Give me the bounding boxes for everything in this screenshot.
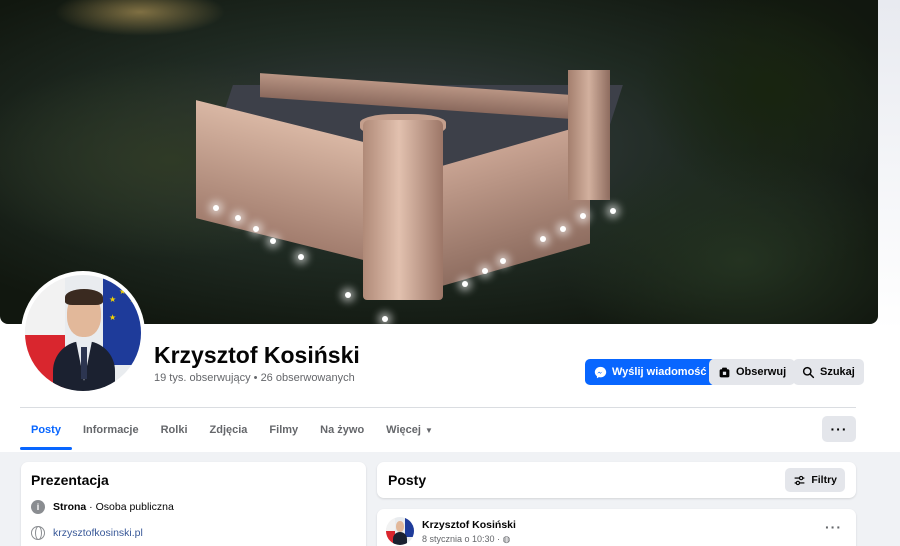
profile-photo: ★ ★ ★ ★ — [25, 275, 141, 391]
tab-label: Więcej — [386, 424, 421, 436]
post-more-options-button[interactable]: ··· — [825, 519, 842, 535]
more-options-button[interactable]: ··· — [822, 416, 856, 442]
tab-label: Posty — [31, 424, 61, 436]
intro-category: Strona · Osoba publiczna — [53, 501, 174, 513]
flag-eu: ★ ★ ★ ★ — [103, 275, 141, 365]
lamp-light — [482, 268, 488, 274]
lamp-light — [213, 205, 219, 211]
flag-poland-white — [25, 275, 65, 335]
post-header: Krzysztof Kosiński 8 stycznia o 10:30 · … — [422, 517, 516, 546]
post-author-name[interactable]: Krzysztof Kosiński — [422, 519, 516, 531]
header-divider — [20, 407, 856, 408]
tab-label: Filmy — [269, 424, 299, 436]
search-button[interactable]: Szukaj — [793, 359, 864, 385]
castle-tower-main — [363, 120, 443, 300]
intro-category-detail: · Osoba publiczna — [86, 501, 174, 513]
lamp-light — [345, 292, 351, 298]
tab-label: Na żywo — [320, 424, 365, 436]
lamp-light — [462, 281, 468, 287]
page-edge-fade — [878, 0, 900, 330]
cover-town-lights — [40, 0, 240, 40]
info-icon: i — [31, 500, 45, 514]
tab-label: Zdjęcia — [209, 424, 248, 436]
caret-down-icon: ▼ — [424, 425, 433, 435]
post-card: Krzysztof Kosiński 8 stycznia o 10:30 · … — [377, 509, 856, 546]
intro-category-type: Strona — [53, 501, 87, 513]
posts-header-card: Posty Filtry — [377, 462, 856, 498]
filters-label: Filtry — [811, 474, 837, 486]
person-tie — [81, 347, 87, 379]
lamp-light — [540, 236, 546, 242]
intro-category-row: i Strona · Osoba publiczna — [31, 500, 356, 514]
lamp-light — [270, 238, 276, 244]
intro-card: Prezentacja i Strona · Osoba publiczna k… — [21, 462, 366, 546]
tab-posty[interactable]: Posty — [20, 410, 72, 450]
lamp-light — [253, 226, 259, 232]
lamp-light — [500, 258, 506, 264]
lamp-light — [610, 208, 616, 214]
globe-icon: ◍ — [502, 534, 511, 544]
tab-wiecej[interactable]: Więcej ▼ — [375, 410, 444, 450]
intro-title: Prezentacja — [31, 472, 109, 488]
lamp-light — [580, 213, 586, 219]
tab-informacje[interactable]: Informacje — [72, 410, 150, 450]
post-timestamp[interactable]: 8 stycznia o 10:30 · — [422, 534, 503, 544]
filters-button[interactable]: Filtry — [785, 468, 845, 492]
lamp-light — [298, 254, 304, 260]
profile-avatar[interactable]: ★ ★ ★ ★ — [21, 271, 145, 395]
profile-tabs: Posty Informacje Rolki Zdjęcia Filmy Na … — [20, 410, 444, 450]
lamp-light — [560, 226, 566, 232]
follow-icon — [719, 367, 730, 377]
lamp-light — [382, 316, 388, 322]
lamp-light — [235, 215, 241, 221]
castle-tower-right — [568, 70, 610, 200]
tab-na-zywo[interactable]: Na żywo — [309, 410, 375, 450]
post-meta: 8 stycznia o 10:30 · ◍ — [422, 534, 516, 545]
tab-zdjecia[interactable]: Zdjęcia — [199, 410, 259, 450]
posts-title: Posty — [388, 472, 427, 488]
messenger-icon — [594, 366, 607, 378]
profile-name: Krzysztof Kosiński — [154, 342, 360, 368]
globe-icon — [31, 526, 45, 540]
follow-button[interactable]: Obserwuj — [709, 359, 796, 385]
person-hair — [65, 289, 103, 305]
send-message-button[interactable]: Wyślij wiadomość — [585, 359, 716, 385]
search-label: Szukaj — [820, 366, 855, 378]
tab-filmy[interactable]: Filmy — [258, 410, 309, 450]
send-message-label: Wyślij wiadomość — [612, 366, 707, 378]
search-icon — [802, 366, 815, 378]
tab-label: Rolki — [160, 424, 188, 436]
website-link[interactable]: krzysztofkosinski.pl — [53, 527, 143, 539]
intro-website-row: krzysztofkosinski.pl — [31, 526, 356, 540]
follow-label: Obserwuj — [736, 366, 787, 378]
profile-stats[interactable]: 19 tys. obserwujący • 26 obserwowanych — [154, 372, 355, 384]
tab-label: Informacje — [82, 424, 139, 436]
post-author-avatar[interactable] — [386, 517, 414, 545]
sliders-icon — [794, 475, 805, 485]
tab-rolki[interactable]: Rolki — [150, 410, 199, 450]
